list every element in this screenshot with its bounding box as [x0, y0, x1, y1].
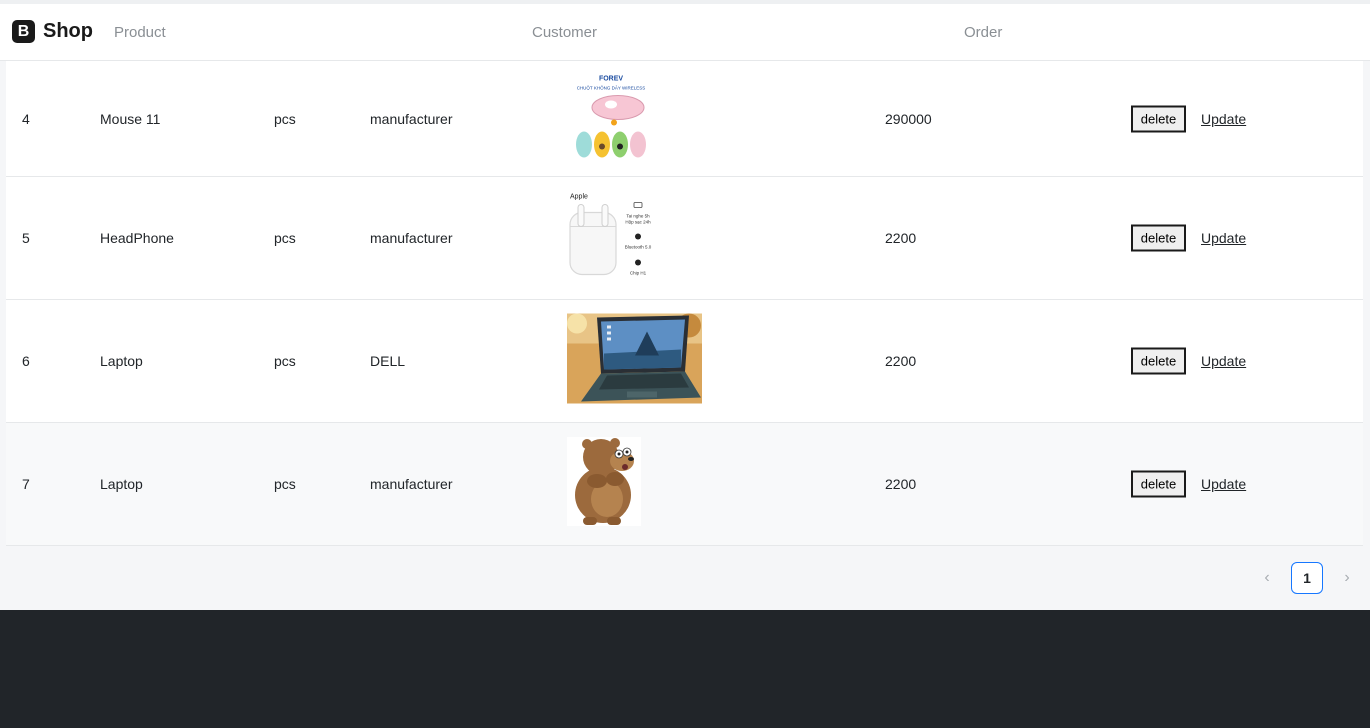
- footer: [0, 610, 1370, 728]
- brand-logo-icon: B: [12, 20, 35, 43]
- delete-button[interactable]: delete: [1131, 105, 1186, 132]
- row-name: Mouse 11: [100, 110, 161, 127]
- update-link[interactable]: Update: [1201, 353, 1246, 369]
- chevron-right-icon[interactable]: ›: [1335, 569, 1359, 587]
- wireless-mouse-product-image: FOREV CHUỘT KHÔNG DÂY WIRELESS: [566, 72, 656, 165]
- svg-text:Tai nghe 5h: Tai nghe 5h: [626, 214, 650, 219]
- update-link[interactable]: Update: [1201, 230, 1246, 246]
- row-price: 2200: [885, 230, 917, 246]
- row-id: 5: [22, 230, 30, 246]
- update-link[interactable]: Update: [1201, 111, 1246, 127]
- svg-text:Chip H1: Chip H1: [630, 271, 647, 276]
- row-unit: pcs: [274, 476, 296, 492]
- row-id: 6: [22, 353, 30, 369]
- svg-text:FOREV: FOREV: [599, 75, 623, 82]
- table-row: 6 Laptop pcs DELL 2200 delete Update: [6, 300, 1363, 423]
- pagination: ‹ 1 ›: [1255, 562, 1359, 594]
- laptop-product-image: [567, 313, 702, 409]
- row-supplier: manufacturer: [370, 230, 453, 246]
- svg-text:Apple: Apple: [570, 194, 588, 201]
- navbar: B Shop Product Customer Order: [0, 4, 1370, 61]
- bear-cartoon-image: [567, 437, 641, 531]
- row-unit: pcs: [274, 110, 296, 127]
- row-unit: pcs: [274, 230, 296, 246]
- nav-link-customer[interactable]: Customer: [532, 24, 597, 41]
- update-link[interactable]: Update: [1201, 476, 1246, 492]
- row-id: 4: [22, 110, 30, 127]
- delete-button[interactable]: delete: [1131, 470, 1186, 498]
- airpods-product-image: Apple Tai nghe 5h Hộp sạc 24h Bluetooth …: [566, 190, 666, 286]
- nav-link-product[interactable]: Product: [114, 24, 166, 41]
- page-button-1[interactable]: 1: [1291, 562, 1323, 594]
- table-row: 4 Mouse 11 pcs manufacturer FOREV CHUỘT …: [6, 61, 1363, 177]
- delete-button[interactable]: delete: [1131, 347, 1186, 375]
- delete-button[interactable]: delete: [1131, 224, 1186, 252]
- row-id: 7: [22, 476, 30, 492]
- row-supplier: DELL: [370, 353, 406, 369]
- row-price: 2200: [885, 476, 917, 492]
- chevron-left-icon[interactable]: ‹: [1255, 569, 1279, 587]
- row-unit: pcs: [274, 353, 296, 369]
- row-name: HeadPhone: [100, 230, 174, 246]
- page-body: B Shop Product Customer Order 4 Mouse 11…: [0, 0, 1370, 610]
- row-price: 290000: [885, 110, 932, 127]
- row-name: Laptop: [100, 476, 143, 492]
- brand[interactable]: B Shop: [12, 20, 93, 43]
- brand-name: Shop: [43, 20, 93, 42]
- product-table: 4 Mouse 11 pcs manufacturer FOREV CHUỘT …: [6, 61, 1363, 546]
- row-supplier: manufacturer: [370, 110, 453, 127]
- svg-text:CHUỘT KHÔNG DÂY WIRELESS: CHUỘT KHÔNG DÂY WIRELESS: [577, 84, 646, 90]
- row-name: Laptop: [100, 353, 143, 369]
- row-price: 2200: [885, 353, 917, 369]
- svg-text:Hộp sạc 24h: Hộp sạc 24h: [625, 220, 651, 225]
- row-supplier: manufacturer: [370, 476, 453, 492]
- table-row: 5 HeadPhone pcs manufacturer Apple Tai n…: [6, 177, 1363, 300]
- nav-link-order[interactable]: Order: [964, 24, 1002, 41]
- table-row: 7 Laptop pcs manufacturer 2200 delete Up…: [6, 423, 1363, 546]
- svg-text:Bluetooth 5.0: Bluetooth 5.0: [625, 245, 652, 250]
